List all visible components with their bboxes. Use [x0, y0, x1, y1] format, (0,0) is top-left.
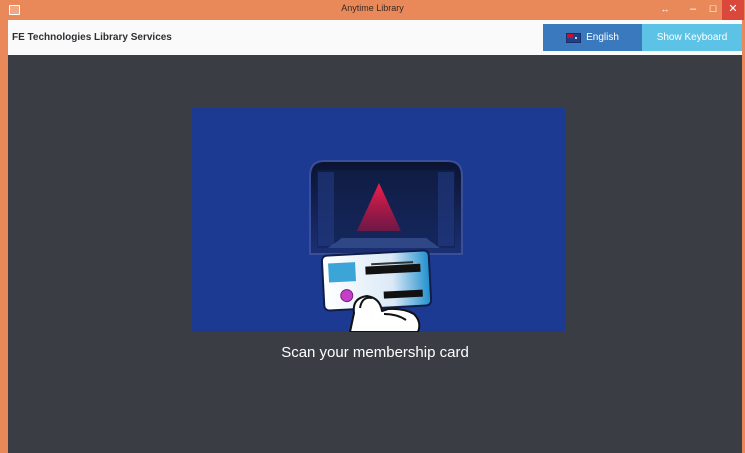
app-header: FE Technologies Library Services English… [8, 20, 742, 55]
app-window: Anytime Library ↔ – ☐ ✕ FE Technologies … [0, 0, 745, 453]
show-keyboard-button[interactable]: Show Keyboard [642, 24, 742, 51]
close-button[interactable]: ✕ [722, 0, 744, 20]
resize-icon[interactable]: ↔ [655, 0, 675, 20]
brand-title: FE Technologies Library Services [12, 32, 172, 43]
window-frame-left [0, 20, 8, 453]
window-title: Anytime Library [341, 3, 404, 13]
scan-card-illustration [192, 108, 566, 332]
title-bar[interactable]: Anytime Library ↔ – ☐ ✕ [0, 0, 745, 20]
main-content: Scan your membership card [8, 55, 742, 453]
minimize-button[interactable]: – [684, 0, 702, 20]
scanner-graphic [309, 160, 463, 332]
language-label: English [586, 32, 619, 43]
maximize-button[interactable]: ☐ [704, 0, 722, 20]
flag-icon [566, 32, 582, 43]
scan-instruction: Scan your membership card [281, 344, 469, 361]
language-button[interactable]: English [543, 24, 642, 51]
